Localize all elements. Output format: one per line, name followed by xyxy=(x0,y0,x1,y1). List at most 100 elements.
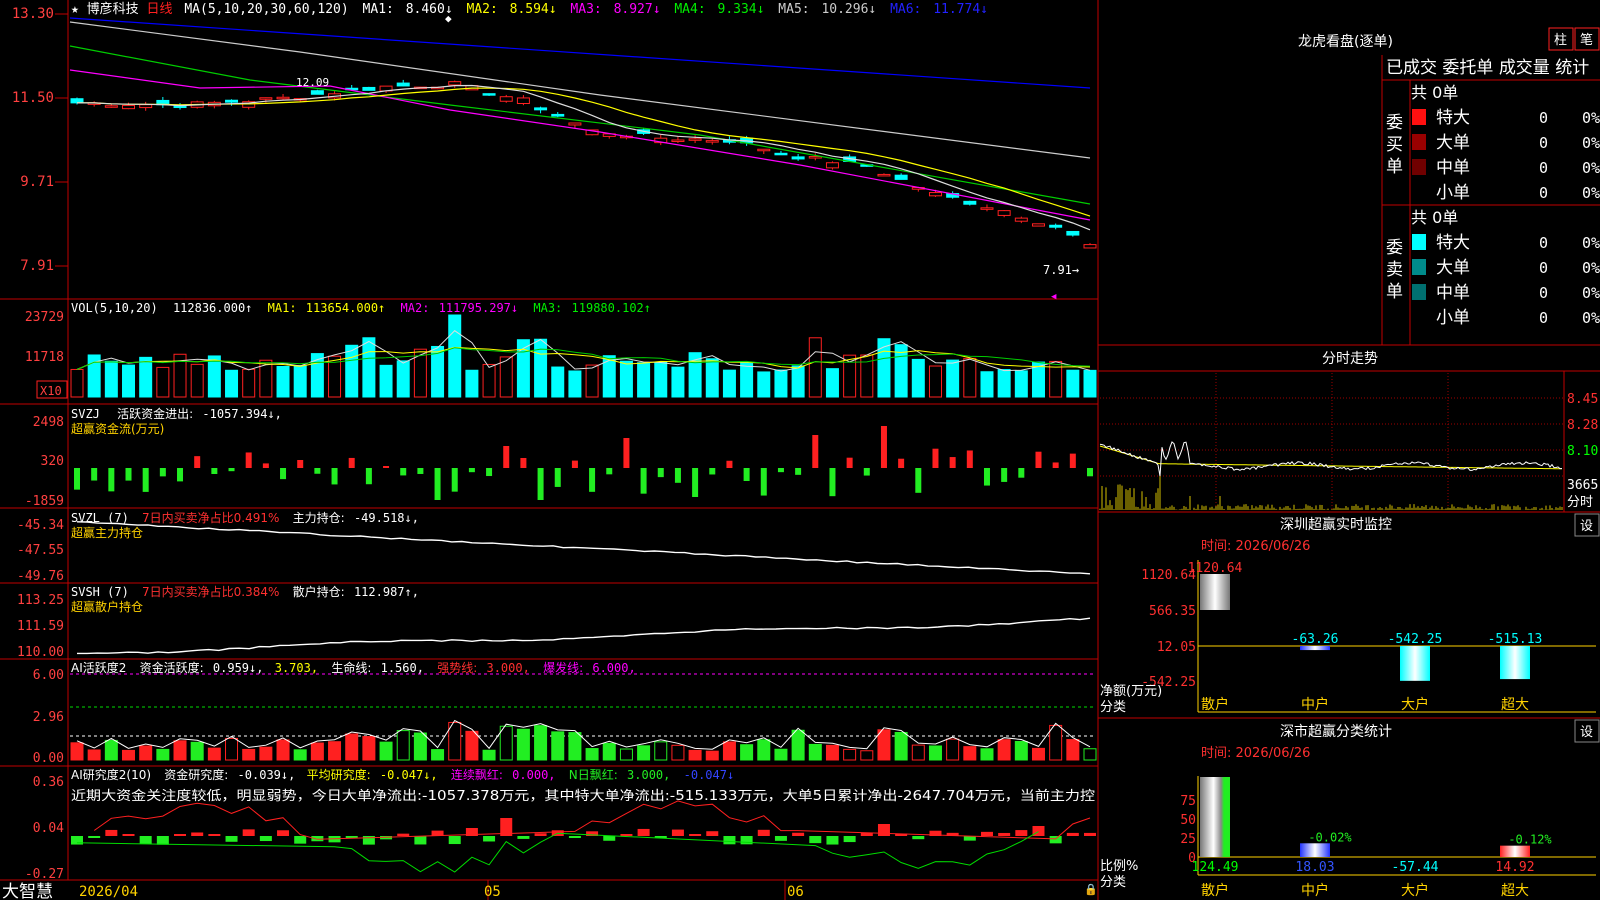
classstat-category: 超大 xyxy=(1501,883,1529,899)
volume-bar xyxy=(207,355,221,398)
svg-text:设: 设 xyxy=(1580,725,1593,740)
lock-icon[interactable]: 🔒 xyxy=(1084,883,1098,896)
monitor-bar xyxy=(1400,646,1430,681)
research-bar xyxy=(225,836,238,842)
fund-flow-bar xyxy=(297,460,304,468)
research-bar xyxy=(1066,832,1079,836)
monitor-category: 大户 xyxy=(1401,696,1429,713)
fund-flow-bar xyxy=(949,457,956,468)
fund-flow-bar xyxy=(74,468,80,490)
fund-flow-bar xyxy=(125,468,132,481)
monitor-category: 散户 xyxy=(1201,696,1229,713)
longhu-tabs[interactable]: 已成交 委托单 成交量 统计 xyxy=(1386,58,1589,78)
ma-params: MA(5,10,20,30,60,120) xyxy=(184,2,348,17)
svg-text:0.04: 0.04 xyxy=(33,821,64,836)
volume-bar xyxy=(551,366,565,398)
volume-bar xyxy=(997,369,1011,398)
research-bar xyxy=(414,836,427,845)
svg-text:-45.34: -45.34 xyxy=(17,518,64,533)
classstat-bar xyxy=(1300,843,1330,857)
fund-flow-bar xyxy=(280,468,287,480)
volume-bar xyxy=(190,363,204,398)
monitor-category: 中户 xyxy=(1301,696,1329,713)
period-label[interactable]: 日线 xyxy=(147,2,173,17)
activity-bar xyxy=(482,749,496,761)
ma6-value: 11.774↓ xyxy=(933,2,988,17)
volume-bar xyxy=(70,368,84,398)
fund-flow-bar xyxy=(743,468,750,482)
activity-bar xyxy=(516,728,530,761)
activity-bar xyxy=(911,744,925,761)
volume-bar xyxy=(791,365,805,398)
candle-body xyxy=(688,138,702,141)
volume-bar xyxy=(722,369,736,398)
candle-body xyxy=(825,162,839,169)
volume-bar xyxy=(740,361,754,398)
candle-body xyxy=(1066,230,1080,236)
chart-canvas[interactable]: 13.3011.509.717.91 7.91→ 12.09 ◀ ◆ ★ 博彦科… xyxy=(0,0,1600,900)
research-bar xyxy=(448,836,461,845)
activity-bar xyxy=(808,743,822,761)
research-bar xyxy=(191,832,204,836)
fund-flow-bar xyxy=(1001,468,1008,482)
activity-bar xyxy=(1066,739,1080,761)
activity-bar xyxy=(156,748,170,761)
tab-volume[interactable]: 成交量 xyxy=(1499,58,1550,78)
fund-flow-bar xyxy=(228,468,235,472)
research-bar xyxy=(139,836,152,844)
activity-bar xyxy=(637,745,651,761)
svg-text:8.10: 8.10 xyxy=(1567,444,1598,459)
svg-text:比例%: 比例% xyxy=(1100,859,1138,874)
buy-orders-label: 委买单 xyxy=(1386,113,1403,177)
candle-body xyxy=(757,148,771,152)
candle-body xyxy=(928,192,942,197)
fund-flow-bar xyxy=(1052,462,1059,468)
order-pct: 0% xyxy=(1582,159,1600,177)
activity-bar xyxy=(190,741,204,761)
svg-text:0.00: 0.00 xyxy=(33,751,64,766)
research-bar xyxy=(105,829,118,836)
research-bar xyxy=(671,829,684,836)
svg-text:0.36: 0.36 xyxy=(33,775,64,790)
fund-flow-bar xyxy=(468,468,475,473)
vol-tick: 23729 xyxy=(25,310,64,325)
activity-bar xyxy=(980,748,994,761)
stock-name[interactable]: 博彦科技 xyxy=(87,1,139,17)
svg-text:6.00: 6.00 xyxy=(33,668,64,683)
fund-flow-bar xyxy=(589,468,596,492)
activity-bar xyxy=(87,749,101,761)
app-brand: 大智慧 xyxy=(2,882,53,900)
volume-bar xyxy=(585,364,599,398)
research-bar xyxy=(757,829,770,836)
ma1-value: 8.460↓ xyxy=(406,2,453,17)
fund-flow-bar xyxy=(760,468,767,496)
activity-bar xyxy=(1031,747,1045,761)
volume-bar xyxy=(465,369,479,398)
fund-flow-bar xyxy=(777,468,784,473)
fund-flow-bar xyxy=(486,468,493,477)
tab-stats[interactable]: 统计 xyxy=(1555,58,1589,78)
tab-orders[interactable]: 委托单 xyxy=(1442,58,1493,78)
ma2-value: 8.594↓ xyxy=(510,2,557,17)
activity-bar xyxy=(207,747,221,761)
svg-text:分时: 分时 xyxy=(1567,495,1593,510)
activity-bar xyxy=(825,744,839,761)
classstat-category: 大户 xyxy=(1401,882,1429,899)
volume-bar xyxy=(448,314,462,398)
classstat-pct-label: -0.02% xyxy=(1308,830,1352,844)
volume-bar xyxy=(482,363,496,398)
svg-text:320: 320 xyxy=(41,454,64,469)
fund-flow-bar xyxy=(915,468,922,493)
research-bar xyxy=(912,836,925,840)
volume-bar xyxy=(774,369,788,398)
fund-flow-bar xyxy=(692,468,699,497)
svg-text:-0.27: -0.27 xyxy=(25,867,64,882)
research-bar xyxy=(174,834,187,836)
classstat-value-label: -57.44 xyxy=(1392,860,1439,875)
tab-filled[interactable]: 已成交 xyxy=(1386,58,1437,78)
research-bar xyxy=(568,836,581,838)
candle-body xyxy=(1049,224,1063,228)
vertical-label: 委卖单 xyxy=(1386,238,1403,302)
candle-body xyxy=(877,173,891,177)
order-count: 0 xyxy=(1539,134,1548,152)
